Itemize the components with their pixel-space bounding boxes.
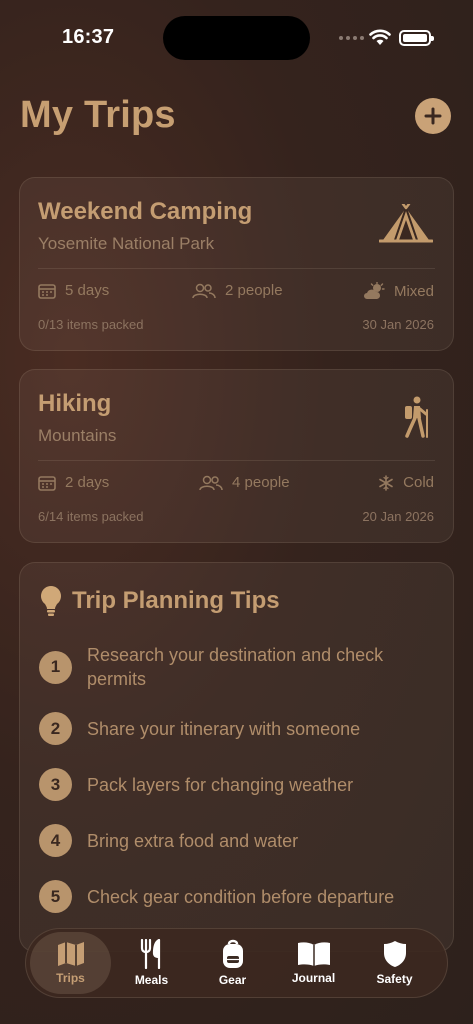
trip-weather: Cold: [378, 474, 434, 491]
divider: [38, 460, 435, 461]
trip-weather-text: Mixed: [393, 282, 434, 300]
people-icon: [199, 475, 223, 490]
tip-number-badge: 2: [39, 712, 72, 745]
tip-text: Pack layers for changing weather: [87, 774, 354, 795]
trip-weather-text: Cold: [403, 474, 434, 491]
map-icon: [57, 942, 84, 966]
tips-header: Trip Planning Tips: [40, 585, 280, 617]
tab-safety[interactable]: Safety: [354, 932, 435, 994]
tip-item: 2 Share your itinerary with someone: [39, 712, 407, 745]
trip-date: 30 Jan 2026: [362, 317, 434, 332]
trip-people-text: 4 people: [232, 474, 290, 491]
trip-people: 2 people: [192, 282, 283, 299]
wifi-icon: [369, 29, 391, 45]
trip-packed-progress: 0/13 items packed: [38, 317, 144, 332]
battery-icon: [399, 30, 434, 46]
tab-meals[interactable]: Meals: [111, 932, 192, 994]
trip-planning-tips-card: Trip Planning Tips 1 Research your desti…: [19, 562, 454, 952]
page-title: My Trips: [20, 94, 176, 136]
trip-weather: Mixed: [363, 282, 434, 300]
tab-label: Meals: [134, 973, 169, 987]
tab-bar: Trips Meals Gear Journal Safety: [25, 928, 448, 998]
status-time: 16:37: [62, 26, 115, 48]
tip-item: 4 Bring extra food and water: [39, 824, 407, 857]
tip-text: Bring extra food and water: [87, 830, 299, 851]
tip-text: Research your destination and check perm…: [87, 645, 384, 689]
trip-title: Hiking: [38, 390, 112, 417]
tab-label: Safety: [376, 972, 413, 986]
tip-number-badge: 5: [39, 880, 72, 913]
trip-people: 4 people: [199, 474, 290, 491]
tip-item: 3 Pack layers for changing weather: [39, 768, 407, 801]
trip-duration-text: 5 days: [65, 282, 110, 299]
tip-text: Check gear condition before departure: [87, 886, 395, 907]
trip-location: Mountains: [38, 426, 117, 445]
calendar-icon: [38, 283, 56, 299]
tab-trips[interactable]: Trips: [30, 932, 111, 994]
plus-icon: [424, 107, 442, 125]
fork-knife-icon: [140, 939, 160, 969]
tab-gear[interactable]: Gear: [192, 932, 273, 994]
trip-packed-progress: 6/14 items packed: [38, 509, 144, 524]
trip-date: 20 Jan 2026: [362, 509, 434, 524]
status-bar: 16:37: [0, 0, 473, 70]
trip-card[interactable]: Weekend Camping Yosemite National Park 5…: [19, 177, 454, 351]
lightbulb-icon: [41, 586, 61, 616]
tip-item: 5 Check gear condition before departure: [39, 880, 407, 913]
tip-number-badge: 3: [39, 768, 72, 801]
snowflake-icon: [379, 474, 393, 491]
signal-icon: [339, 36, 364, 40]
trip-duration: 2 days: [38, 474, 109, 491]
tab-label: Trips: [56, 971, 85, 985]
add-trip-button[interactable]: [415, 98, 451, 134]
trip-duration-text: 2 days: [65, 474, 110, 491]
trip-people-text: 2 people: [225, 282, 283, 299]
hiker-icon: [405, 396, 428, 438]
trip-title: Weekend Camping: [38, 198, 253, 225]
people-icon: [192, 283, 216, 298]
backpack-icon: [222, 939, 243, 968]
tips-title: Trip Planning Tips: [72, 587, 280, 614]
tab-label: Gear: [218, 973, 247, 987]
tip-text: Share your itinerary with someone: [87, 718, 361, 739]
tent-icon: [379, 204, 433, 243]
calendar-icon: [38, 475, 56, 491]
book-icon: [297, 942, 330, 966]
trip-duration: 5 days: [38, 282, 109, 299]
dynamic-island: [163, 16, 310, 60]
shield-icon: [383, 941, 406, 967]
tab-label: Journal: [291, 971, 336, 985]
tip-item: 1 Research your destination and check pe…: [39, 643, 407, 691]
trip-location: Yosemite National Park: [38, 234, 215, 253]
tip-number-badge: 4: [39, 824, 72, 857]
tip-number-badge: 1: [39, 650, 72, 684]
cloud-sun-icon: [363, 282, 385, 299]
tab-journal[interactable]: Journal: [273, 932, 354, 994]
divider: [38, 268, 435, 269]
trip-card[interactable]: Hiking Mountains 2 days 4 people Cold 6/…: [19, 369, 454, 543]
